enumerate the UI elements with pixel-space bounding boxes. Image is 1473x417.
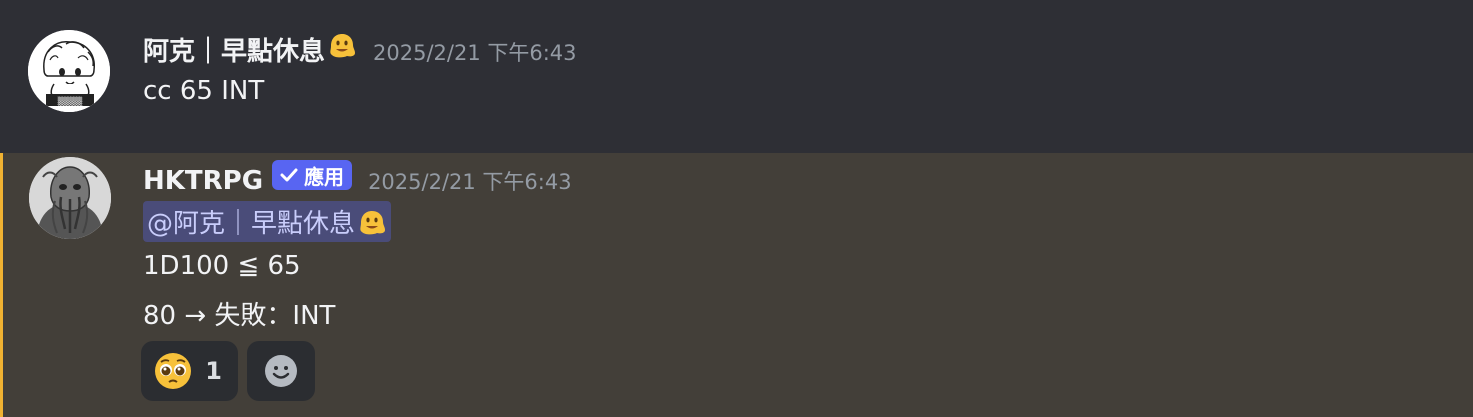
add-reaction-button[interactable] bbox=[247, 341, 315, 401]
reaction-count: 1 bbox=[205, 357, 222, 385]
pleading-face-icon bbox=[155, 353, 191, 389]
message-content: cc 65 INT bbox=[143, 76, 265, 106]
checkmark-icon bbox=[280, 168, 298, 182]
app-badge-label: 應用 bbox=[304, 164, 345, 189]
timestamp[interactable]: 2025/2/21 下午6:43 bbox=[373, 37, 577, 67]
mention-text: @阿克｜早點休息 bbox=[147, 209, 356, 239]
melting-face-icon bbox=[327, 30, 357, 60]
svg-text:▒▒▒▒: ▒▒▒▒ bbox=[58, 96, 83, 106]
reactions-bar: 1 bbox=[141, 341, 315, 401]
username[interactable]: 阿克｜早點休息 bbox=[143, 31, 325, 68]
roll-result-line: 1D100 ≦ 65 bbox=[143, 251, 301, 281]
message-2: HKTRPG 應用 2025/2/21 下午6:43 @阿克｜早點休息 1D10… bbox=[0, 153, 1473, 417]
username[interactable]: HKTRPG bbox=[143, 166, 263, 196]
bot-avatar[interactable] bbox=[29, 157, 111, 239]
add-reaction-icon bbox=[265, 355, 297, 387]
message-header: 阿克｜早點休息 2025/2/21 下午6:43 bbox=[143, 30, 577, 68]
user-avatar[interactable]: ▒▒▒▒ bbox=[28, 30, 110, 112]
app-badge: 應用 bbox=[272, 160, 353, 190]
timestamp[interactable]: 2025/2/21 下午6:43 bbox=[368, 166, 572, 196]
user-mention[interactable]: @阿克｜早點休息 bbox=[143, 201, 392, 242]
reaction-pleading-face[interactable]: 1 bbox=[141, 341, 238, 401]
roll-outcome-line: 80 → 失敗：INT bbox=[143, 301, 336, 331]
message-header: HKTRPG 應用 2025/2/21 下午6:43 bbox=[143, 160, 572, 196]
message-1: ▒▒▒▒ 阿克｜早點休息 2025/2/21 下午6:43 cc 65 INT bbox=[0, 0, 1473, 153]
melting-face-icon bbox=[357, 207, 387, 237]
